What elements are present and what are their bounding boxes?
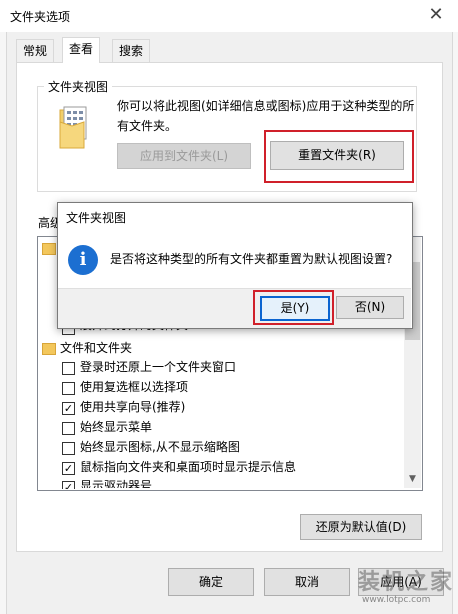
checkbox-always-show-icons[interactable]: [62, 442, 75, 455]
list-item[interactable]: 登录时还原上一个文件夹窗口: [80, 357, 236, 377]
watermark-url: www.lotpc.com: [362, 595, 431, 605]
checkbox-use-checkboxes[interactable]: [62, 382, 75, 395]
dialog-title: 文件夹视图: [66, 211, 127, 225]
background-window-right: [452, 32, 458, 614]
checkbox-restore-folders[interactable]: [62, 362, 75, 375]
apply-to-folders-button[interactable]: 应用到文件夹(L): [117, 143, 251, 169]
folder-icon: [42, 343, 56, 355]
checkbox-always-show-menus[interactable]: [62, 422, 75, 435]
list-item[interactable]: 使用共享向导(推荐): [80, 397, 185, 417]
cancel-button[interactable]: 取消: [264, 568, 350, 596]
ok-button[interactable]: 确定: [168, 568, 254, 596]
no-button[interactable]: 否(N): [336, 296, 404, 319]
tab-search[interactable]: 搜索: [112, 39, 151, 62]
list-item[interactable]: 鼠标指向文件夹和桌面项时显示提示信息: [80, 457, 296, 477]
watermark-logo-text: 装机之家: [358, 570, 455, 595]
list-item[interactable]: 显示驱动器号: [80, 476, 152, 488]
tab-general[interactable]: 常规: [16, 39, 55, 62]
background-window-left: [0, 32, 7, 614]
folder-icon: [42, 243, 56, 255]
folder-icon: [58, 106, 88, 150]
window-title: 文件夹选项: [10, 10, 71, 24]
dialog-message: 是否将这种类型的所有文件夹都重置为默认视图设置?: [110, 252, 393, 266]
yes-button[interactable]: 是(Y): [260, 296, 330, 321]
scroll-down-icon[interactable]: ▼: [404, 474, 421, 484]
info-icon: i: [68, 245, 98, 275]
restore-defaults-button[interactable]: 还原为默认值(D): [300, 514, 422, 540]
list-item-category: 文件和文件夹: [60, 341, 133, 355]
checkbox-sharing-wizard[interactable]: ✓: [62, 402, 75, 415]
checkbox-show-popup-tips[interactable]: ✓: [62, 462, 75, 475]
tab-view[interactable]: 查看: [62, 37, 101, 63]
list-item[interactable]: 始终显示图标,从不显示缩略图: [80, 437, 240, 457]
checkbox-show-drive-letters[interactable]: ✓: [62, 481, 75, 489]
folder-views-label: 文件夹视图: [44, 78, 113, 95]
reset-folders-button[interactable]: 重置文件夹(R): [270, 141, 404, 170]
list-item[interactable]: 使用复选框以选择项: [80, 377, 188, 397]
list-item[interactable]: 始终显示菜单: [80, 417, 152, 437]
close-icon[interactable]: ✕: [424, 2, 448, 28]
